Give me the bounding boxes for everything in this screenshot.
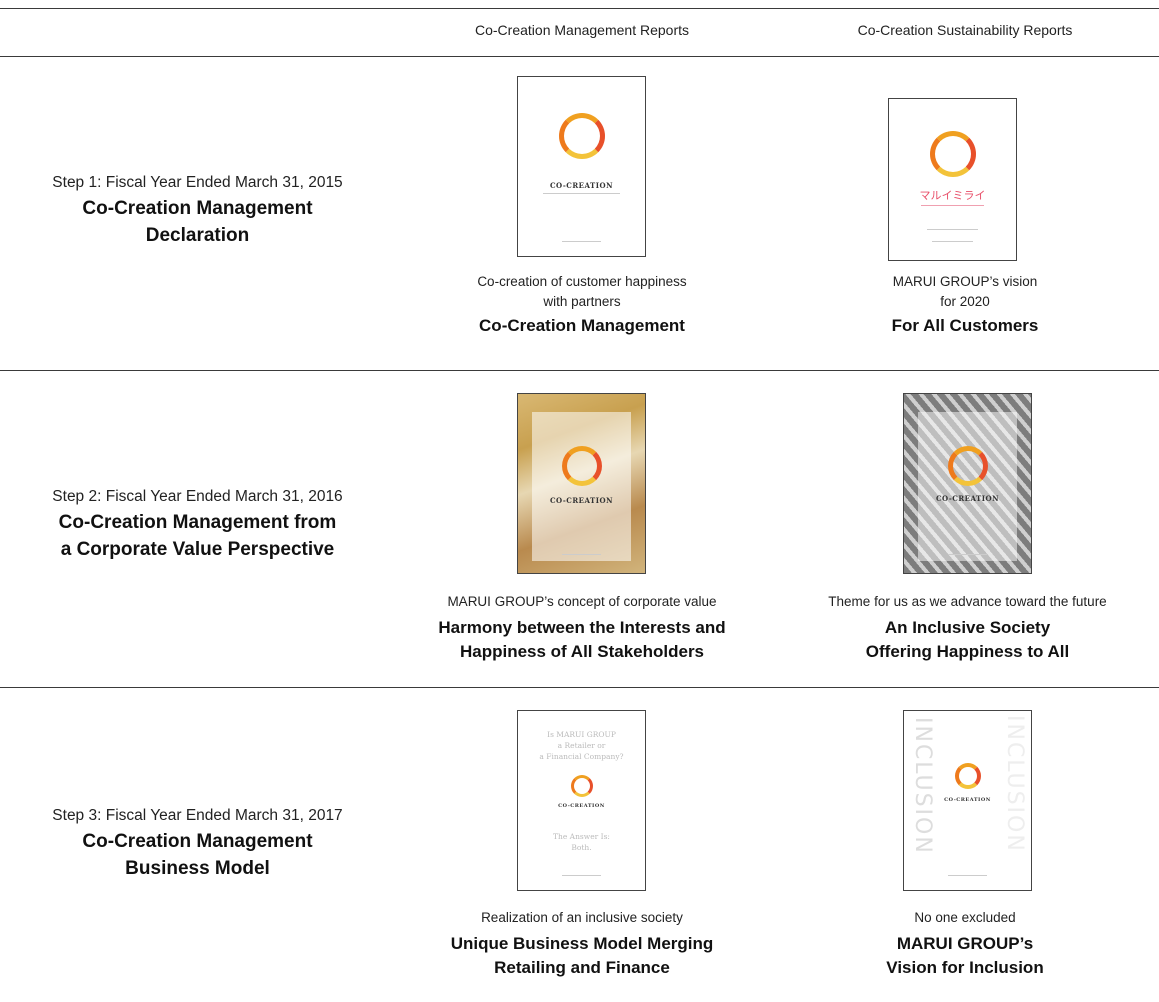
co-creation-ring-logo [947, 446, 988, 486]
cover-question-line-2: a Retailer or [557, 741, 606, 750]
cover-question-line-1: Is MARUI GROUP [547, 730, 616, 739]
cover-question-line-3: a Financial Company? [539, 752, 624, 761]
cover-footer-line [562, 554, 601, 555]
step-1-label: Step 1: Fiscal Year Ended March 31, 2015… [0, 172, 395, 248]
co-creation-ring-logo [570, 775, 593, 797]
bold-title-line-2: Happiness of All Stakeholders [459, 642, 705, 661]
cover-footer-line [948, 554, 987, 555]
cover-photo-overlay [532, 412, 631, 561]
step-2-title-line-2: a Corporate Value Perspective [60, 539, 335, 560]
cover-title: CO-CREATION [935, 494, 1000, 503]
step-3-title-line-1: Co-Creation Management [82, 831, 313, 852]
cover-subtitle-line [543, 193, 620, 194]
caption-line-1: Theme for us as we advance toward the fu… [828, 594, 1107, 609]
bold-title-line-2: Vision for Inclusion [886, 958, 1044, 977]
step-1-title-line-1: Co-Creation Management [82, 198, 313, 219]
co-creation-ring-logo [558, 113, 605, 159]
management-2017-text: Realization of an inclusive society Uniq… [432, 908, 732, 980]
rule-top [0, 8, 1159, 9]
co-creation-ring-logo [561, 446, 602, 486]
report-cover-management-2016: CO-CREATION [517, 393, 646, 574]
co-creation-ring-logo [929, 131, 976, 177]
cover-footer-line [562, 875, 601, 876]
caption-line-1: Realization of an inclusive society [481, 910, 683, 925]
bold-title-line-1: Harmony between the Interests and [438, 618, 726, 637]
cover-title: CO-CREATION [944, 797, 991, 803]
caption-line-1: Co-creation of customer happiness [477, 274, 687, 289]
co-creation-ring-logo [954, 763, 981, 789]
management-2016-text: MARUI GROUP’s concept of corporate value… [412, 592, 752, 664]
cover-footer-line-2 [932, 241, 973, 242]
bold-title-line-1: Unique Business Model Merging [450, 934, 714, 953]
cover-vertical-word-right: INCLUSION [1002, 715, 1027, 853]
step-3-label: Step 3: Fiscal Year Ended March 31, 2017… [0, 805, 395, 881]
cover-subtitle-line [920, 205, 985, 206]
bold-title-line-1: Co-Creation Management [479, 316, 685, 335]
report-cover-management-2015: CO-CREATION [517, 76, 646, 257]
step-2-fiscal-year: Step 2: Fiscal Year Ended March 31, 2016 [52, 488, 343, 505]
rule-row-1 [0, 370, 1159, 371]
caption-line-2: for 2020 [940, 294, 990, 309]
sustainability-2015-text: MARUI GROUP’s vision for 2020 For All Cu… [815, 272, 1115, 338]
cover-footer-line [562, 241, 601, 242]
caption-line-1: MARUI GROUP’s concept of corporate value [447, 594, 717, 609]
step-1-fiscal-year: Step 1: Fiscal Year Ended March 31, 2015 [52, 174, 343, 191]
cover-answer-line-2: Both. [571, 843, 592, 852]
report-cover-management-2017: Is MARUI GROUP a Retailer or a Financial… [517, 710, 646, 891]
cover-vertical-word: INCLUSION [910, 717, 935, 855]
cover-footer-line [948, 875, 987, 876]
management-2015-text: Co-creation of customer happiness with p… [432, 272, 732, 338]
sustainability-2017-text: No one excluded MARUI GROUP’s Vision for… [815, 908, 1115, 980]
caption-line-1: MARUI GROUP’s vision [892, 274, 1038, 289]
step-3-title-line-2: Business Model [125, 858, 270, 879]
cover-title: CO-CREATION [558, 803, 605, 809]
step-1-title-line-2: Declaration [145, 225, 250, 246]
bold-title-line-2: Offering Happiness to All [865, 642, 1070, 661]
report-cover-sustainability-2016: CO-CREATION [903, 393, 1032, 574]
caption-line-2: with partners [543, 294, 621, 309]
caption-line-1: No one excluded [914, 910, 1016, 925]
column-header-sustainability: Co-Creation Sustainability Reports [857, 22, 1073, 38]
bold-title-line-1: MARUI GROUP’s [896, 934, 1034, 953]
bold-title-line-1: For All Customers [891, 316, 1039, 335]
step-2-title-line-1: Co-Creation Management from [58, 512, 337, 533]
rule-header [0, 56, 1159, 57]
cover-title: CO-CREATION [549, 496, 614, 505]
rule-row-2 [0, 687, 1159, 688]
cover-photo-overlay [918, 412, 1017, 561]
cover-title: CO-CREATION [549, 181, 614, 190]
sustainability-2016-text: Theme for us as we advance toward the fu… [795, 592, 1140, 664]
cover-answer-line-1: The Answer Is: [553, 832, 610, 841]
bold-title-line-2: Retailing and Finance [494, 958, 670, 977]
step-2-label: Step 2: Fiscal Year Ended March 31, 2016… [0, 486, 395, 562]
report-cover-sustainability-2017: INCLUSION INCLUSION CO-CREATION [903, 710, 1032, 891]
column-header-management: Co-Creation Management Reports [475, 22, 689, 38]
bold-title-line-1: An Inclusive Society [884, 618, 1051, 637]
cover-footer-line [927, 229, 978, 230]
step-3-fiscal-year: Step 3: Fiscal Year Ended March 31, 2017 [52, 807, 343, 824]
cover-title: マルイミライ [919, 190, 986, 202]
report-cover-sustainability-2015: マルイミライ [888, 98, 1017, 261]
